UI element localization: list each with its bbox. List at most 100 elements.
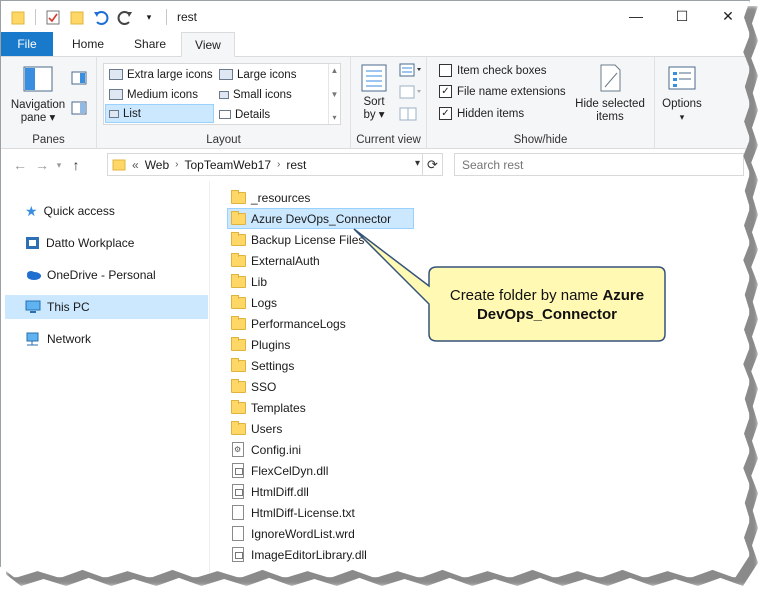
list-icon <box>109 109 119 118</box>
file-name-extensions-checkbox[interactable]: ✓ <box>439 85 452 98</box>
tab-share[interactable]: Share <box>119 32 181 56</box>
group-by-icon[interactable] <box>399 63 423 79</box>
folder-icon <box>231 399 246 414</box>
chevron-up-icon[interactable]: ▲ <box>331 66 339 75</box>
list-item[interactable]: HtmlDiff-License.txt <box>227 502 457 523</box>
breadcrumb-web[interactable]: Web <box>145 158 169 172</box>
new-folder-icon[interactable] <box>68 8 86 26</box>
list-item[interactable]: ImageEditorLibrary.dll <box>227 544 457 565</box>
preview-pane-icon[interactable] <box>71 71 87 88</box>
sort-by-button[interactable]: Sort by ▾ <box>357 63 391 122</box>
customize-toolbar-icon[interactable]: ▾ <box>140 8 158 26</box>
list-item[interactable]: IgnoreWordList.wrd <box>227 523 457 544</box>
layout-group: Extra large icons Large icons Medium ico… <box>97 57 351 149</box>
navigation-pane-button[interactable]: Navigation pane ▾ <box>9 65 67 125</box>
close-button[interactable]: ✕ <box>705 1 749 31</box>
navigation-pane-label: Navigation <box>10 99 66 111</box>
navigation-pane-icon <box>23 66 53 92</box>
refresh-icon[interactable]: ⟳ <box>422 154 442 175</box>
list-item[interactable]: PerformanceLogs <box>227 313 457 334</box>
hidden-items-checkbox[interactable]: ✓ <box>439 107 452 120</box>
layout-gallery-scroll[interactable]: ▲ ▼ ▾ <box>328 64 340 124</box>
list-item[interactable]: Logs <box>227 292 457 313</box>
breadcrumb-overflow[interactable]: « <box>132 158 139 172</box>
chevron-down-icon[interactable]: ▼ <box>331 90 339 99</box>
list-item[interactable]: Lib <box>227 271 457 292</box>
nav-network[interactable]: Network <box>5 327 208 351</box>
recent-locations-button[interactable]: ▾ <box>53 160 65 171</box>
nav-quick-access[interactable]: ★ Quick access <box>5 199 208 223</box>
redo-icon[interactable] <box>116 8 134 26</box>
text-file-icon <box>232 526 244 541</box>
list-item[interactable]: Backup License Files <box>227 229 457 250</box>
properties-icon[interactable] <box>44 8 62 26</box>
address-bar-row: ← → ▾ ↑ « Web › TopTeamWeb17 › rest ▾ ⟳ <box>1 149 749 181</box>
layout-details[interactable]: Details <box>216 105 273 124</box>
breadcrumb-rest[interactable]: rest <box>286 158 306 172</box>
nav-onedrive-personal[interactable]: OneDrive - Personal <box>5 263 208 287</box>
list-item[interactable]: Config.ini <box>227 439 457 460</box>
back-button[interactable]: ← <box>9 157 31 173</box>
layout-extra-large-icons[interactable]: Extra large icons <box>106 65 216 84</box>
breadcrumb-topteamweb17[interactable]: TopTeamWeb17 <box>185 158 272 172</box>
file-name-extensions-option[interactable]: ✓ File name extensions <box>439 85 566 98</box>
dll-file-icon <box>232 463 244 478</box>
list-item[interactable]: Templates <box>227 397 457 418</box>
undo-icon[interactable] <box>92 8 110 26</box>
small-icons-icon <box>219 90 229 99</box>
up-button[interactable]: ↑ <box>65 157 87 173</box>
hidden-items-option[interactable]: ✓ Hidden items <box>439 107 524 120</box>
layout-large-icons[interactable]: Large icons <box>216 65 299 84</box>
details-pane-icon[interactable] <box>71 101 87 118</box>
layout-list[interactable]: List <box>105 104 214 123</box>
chevron-right-icon[interactable]: › <box>175 159 178 170</box>
add-columns-icon[interactable] <box>399 85 423 102</box>
list-item[interactable]: HtmlDiff.dll <box>227 481 457 502</box>
search-input[interactable] <box>454 153 744 176</box>
ribbon: Navigation pane ▾ Panes Extra large icon… <box>1 57 749 149</box>
toolbar-separator <box>35 9 36 25</box>
list-item[interactable]: ExternalAuth <box>227 250 457 271</box>
list-item[interactable]: Settings <box>227 355 457 376</box>
panes-group-label: Panes <box>32 134 65 146</box>
navigation-pane-label-2: pane ▾ <box>20 112 56 124</box>
title-bar: ▾ rest — ☐ ✕ <box>1 1 749 33</box>
layout-small-icons[interactable]: Small icons <box>216 85 295 104</box>
address-bar[interactable]: « Web › TopTeamWeb17 › rest ▾ ⟳ <box>107 153 443 176</box>
address-dropdown-icon[interactable]: ▾ <box>415 158 420 169</box>
list-item[interactable]: _resources <box>227 187 457 208</box>
item-check-boxes-option[interactable]: Item check boxes <box>439 64 546 77</box>
list-item[interactable]: SSO <box>227 376 457 397</box>
nav-this-pc[interactable]: This PC <box>5 295 208 319</box>
options-icon <box>668 66 696 90</box>
quick-access-toolbar: ▾ <box>1 8 169 26</box>
list-item[interactable]: FlexCelDyn.dll <box>227 460 457 481</box>
chevron-right-icon[interactable]: › <box>277 159 280 170</box>
gallery-more-icon[interactable]: ▾ <box>332 113 336 122</box>
forward-button[interactable]: → <box>31 157 53 173</box>
maximize-button[interactable]: ☐ <box>659 1 705 31</box>
list-item-selected[interactable]: Azure DevOps_Connector <box>227 208 414 229</box>
panes-group: Navigation pane ▾ Panes <box>1 57 97 149</box>
list-item[interactable]: Users <box>227 418 457 439</box>
ribbon-tabs: File Home Share View <box>1 32 749 57</box>
tab-home[interactable]: Home <box>53 32 119 56</box>
folder-icon <box>231 273 246 288</box>
size-columns-icon[interactable] <box>399 107 417 124</box>
folder-icon <box>231 252 246 267</box>
chevron-down-icon: ▾ <box>679 112 685 122</box>
file-list: _resources Azure DevOps_Connector Backup… <box>227 187 457 565</box>
item-check-boxes-checkbox[interactable] <box>439 64 452 77</box>
dll-file-icon <box>232 547 244 562</box>
layout-medium-icons[interactable]: Medium icons <box>106 85 201 104</box>
options-button[interactable]: Options ▾ <box>657 65 707 124</box>
hide-selected-items-button[interactable]: Hide selected items <box>573 63 647 124</box>
tab-file[interactable]: File <box>1 32 53 56</box>
folder-icon[interactable] <box>9 8 27 26</box>
minimize-button[interactable]: — <box>613 1 659 31</box>
list-item[interactable]: Plugins <box>227 334 457 355</box>
star-icon: ★ <box>25 202 38 219</box>
layout-gallery: Extra large icons Large icons Medium ico… <box>103 63 341 125</box>
nav-datto-workplace[interactable]: Datto Workplace <box>5 231 208 255</box>
tab-view[interactable]: View <box>181 32 235 57</box>
